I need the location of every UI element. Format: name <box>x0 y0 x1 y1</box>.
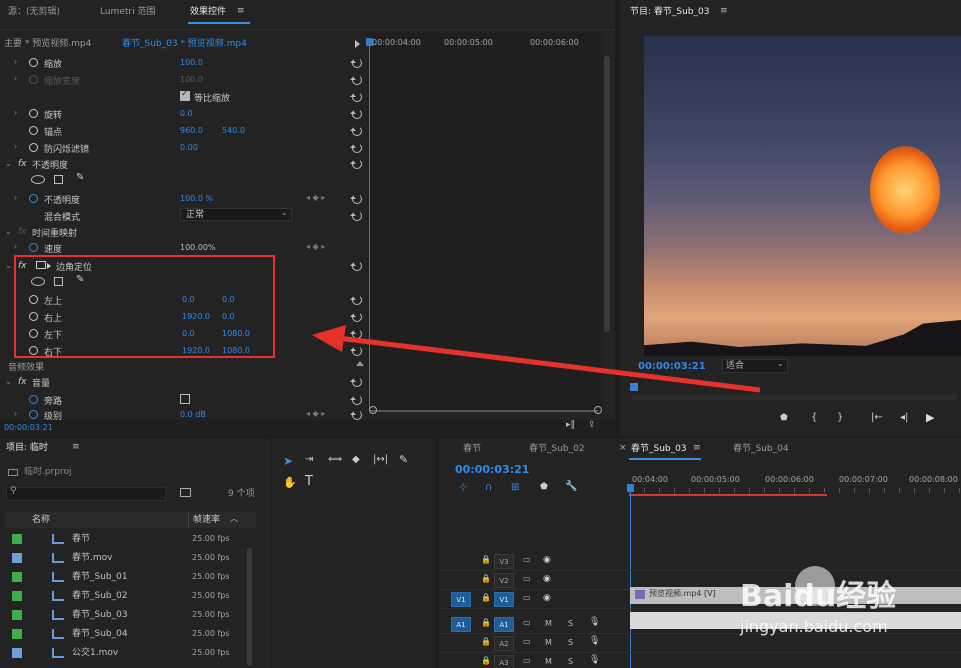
arrow-head <box>312 325 346 352</box>
watermark-logo: Baidu经验 jingyan.baidu.com <box>740 566 940 636</box>
arrow-shaft <box>337 335 761 393</box>
watermark-url: jingyan.baidu.com <box>740 617 888 636</box>
watermark-text: Baidu经验 <box>740 579 897 614</box>
